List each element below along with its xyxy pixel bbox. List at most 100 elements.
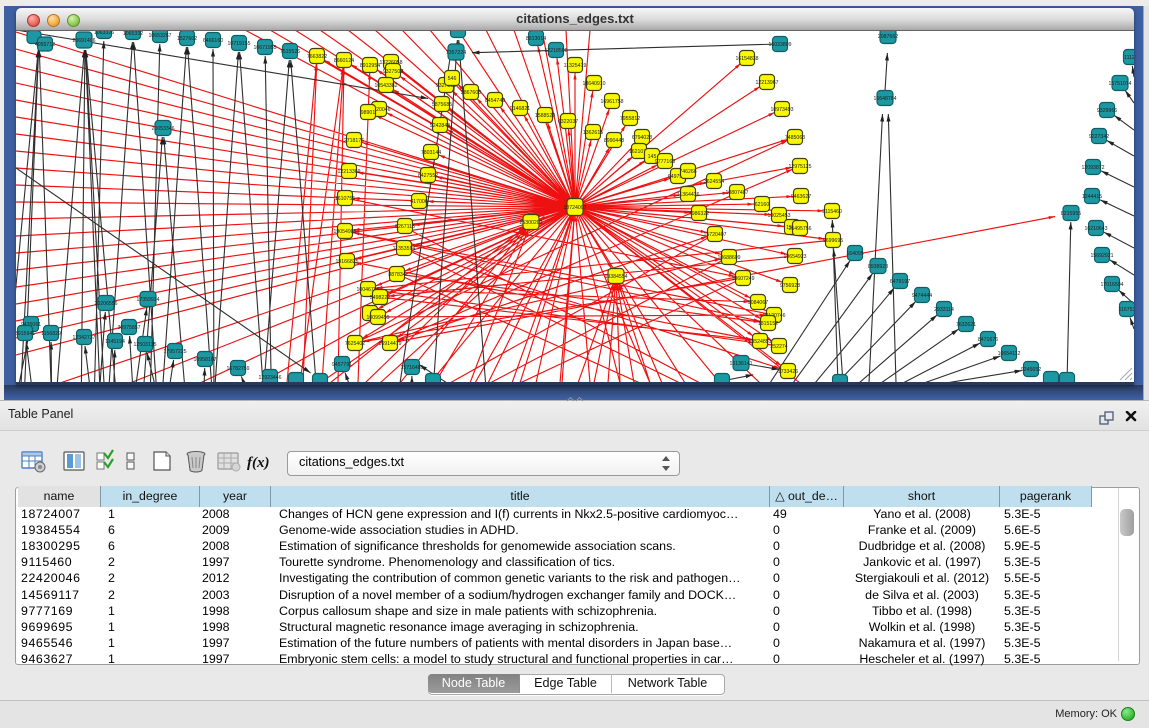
svg-text:12213967: 12213967	[755, 80, 778, 86]
svg-text:25495756: 25495756	[788, 226, 811, 232]
svg-text:9245652: 9245652	[1021, 367, 1041, 373]
svg-text:18607249: 18607249	[731, 276, 754, 282]
svg-text:6322037: 6322037	[558, 119, 578, 125]
svg-text:6479197: 6479197	[890, 279, 910, 285]
svg-text:17016504: 17016504	[1100, 282, 1123, 288]
svg-text:1610755: 1610755	[335, 196, 355, 202]
svg-text:16914479: 16914479	[378, 341, 401, 347]
svg-text:10719155: 10719155	[227, 41, 250, 47]
svg-text:3915941: 3915941	[16, 331, 35, 337]
svg-text:10025453: 10025453	[767, 213, 790, 219]
svg-text:2087662: 2087662	[878, 34, 898, 40]
svg-text:12093872: 12093872	[1081, 165, 1104, 171]
svg-text:20691406: 20691406	[72, 38, 95, 44]
svg-text:13524851: 13524851	[748, 339, 771, 345]
svg-text:18640910: 18640910	[582, 81, 605, 87]
svg-text:9242848: 9242848	[430, 123, 450, 129]
svg-text:21364436: 21364436	[676, 192, 699, 198]
svg-text:8267115: 8267115	[395, 224, 415, 230]
svg-text:10958107: 10958107	[193, 357, 216, 363]
svg-text:12342737: 12342737	[72, 335, 95, 341]
svg-text:12503135: 12503135	[133, 342, 156, 348]
svg-text:1156829: 1156829	[41, 331, 61, 337]
svg-text:12218506: 12218506	[544, 48, 567, 54]
svg-text:10653267: 10653267	[148, 33, 171, 39]
svg-text:1815152: 1815152	[758, 321, 778, 327]
svg-text:18724007: 18724007	[563, 205, 586, 211]
svg-text:8427552: 8427552	[418, 173, 438, 179]
svg-text:12213369: 12213369	[337, 169, 360, 175]
svg-text:11127: 11127	[1124, 55, 1134, 61]
svg-text:20053346: 20053346	[151, 126, 174, 132]
svg-text:12975125: 12975125	[788, 164, 811, 170]
svg-text:10654112: 10654112	[998, 351, 1021, 357]
svg-text:15692921: 15692921	[1090, 253, 1113, 259]
svg-text:20206556: 20206556	[94, 301, 117, 307]
svg-text:887834: 887834	[388, 272, 405, 278]
svg-text:19166825: 19166825	[335, 259, 358, 265]
svg-text:62160: 62160	[755, 202, 770, 208]
svg-text:15136141: 15136141	[729, 361, 752, 367]
svg-text:8912954: 8912954	[360, 63, 380, 69]
svg-text:6794028: 6794028	[632, 135, 652, 141]
svg-text:8990448: 8990448	[604, 138, 624, 144]
svg-text:16154838: 16154838	[735, 56, 758, 62]
svg-text:10099459: 10099459	[366, 315, 389, 321]
svg-text:1527602: 1527602	[177, 36, 197, 42]
svg-text:30975857: 30975857	[117, 325, 140, 331]
svg-text:12923446: 12923446	[258, 375, 281, 381]
svg-text:7803144: 7803144	[421, 150, 441, 156]
svg-text:1588520: 1588520	[535, 113, 555, 119]
svg-text:164095: 164095	[846, 251, 863, 257]
svg-text:7357224: 7357224	[446, 50, 466, 56]
svg-text:7663822: 7663822	[307, 54, 327, 60]
svg-text:15751074: 15751074	[1108, 81, 1131, 87]
svg-text:17957225: 17957225	[163, 349, 186, 355]
svg-text:9699695: 9699695	[823, 238, 843, 244]
svg-text:10688609: 10688609	[717, 255, 740, 261]
svg-text:9457791: 9457791	[332, 362, 352, 368]
svg-text:252274: 252274	[770, 344, 787, 350]
svg-text:16033809: 16033809	[768, 42, 791, 48]
svg-text:2933114: 2933114	[934, 307, 954, 313]
svg-text:15720407: 15720407	[703, 232, 726, 238]
svg-text:5875685: 5875685	[432, 102, 452, 108]
svg-text:2867608: 2867608	[461, 90, 481, 96]
svg-text:1065332: 1065332	[123, 31, 143, 37]
svg-text:98901: 98901	[361, 110, 376, 116]
svg-text:8454749: 8454749	[485, 98, 505, 104]
svg-text:546: 546	[448, 76, 457, 82]
svg-text:417006: 417006	[410, 199, 427, 205]
svg-text:10671955: 10671955	[253, 45, 276, 51]
svg-text:6466160: 6466160	[203, 38, 223, 44]
svg-text:19054985: 19054985	[333, 229, 356, 235]
svg-text:16961758: 16961758	[600, 99, 623, 105]
svg-text:10807487: 10807487	[725, 190, 748, 196]
svg-text:9327509: 9327509	[383, 69, 403, 75]
svg-text:1733426: 1733426	[778, 369, 798, 375]
svg-text:4055712: 4055712	[35, 42, 55, 48]
svg-text:10543382: 10543382	[374, 83, 397, 89]
svg-text:19654923: 19654923	[783, 254, 806, 260]
svg-text:10973493: 10973493	[770, 107, 793, 113]
svg-text:7632621: 7632621	[956, 322, 976, 328]
svg-text:17359934: 17359934	[136, 297, 159, 303]
svg-text:7515526: 7515526	[280, 49, 300, 55]
svg-text:11353594: 11353594	[393, 246, 416, 252]
svg-text:8215955: 8215955	[1061, 211, 1081, 217]
svg-text:19384554: 19384554	[604, 274, 627, 280]
svg-text:9115460: 9115460	[822, 209, 842, 215]
svg-text:7955812: 7955812	[620, 116, 640, 122]
svg-text:9756928: 9756928	[780, 283, 800, 289]
svg-text:746266: 746266	[679, 169, 696, 175]
svg-text:7986322: 7986322	[689, 211, 709, 217]
svg-text:5498222: 5498222	[370, 295, 390, 301]
svg-text:3624554: 3624554	[704, 179, 724, 185]
svg-text:9463627: 9463627	[791, 194, 811, 200]
svg-text:116753: 116753	[1119, 307, 1134, 313]
svg-text:9227342: 9227342	[1089, 134, 1109, 140]
svg-text:16782759: 16782759	[226, 366, 249, 372]
svg-text:1145194: 1145194	[105, 339, 125, 345]
svg-text:16210643: 16210643	[1084, 226, 1107, 232]
svg-text:16648784: 16648784	[873, 96, 896, 102]
